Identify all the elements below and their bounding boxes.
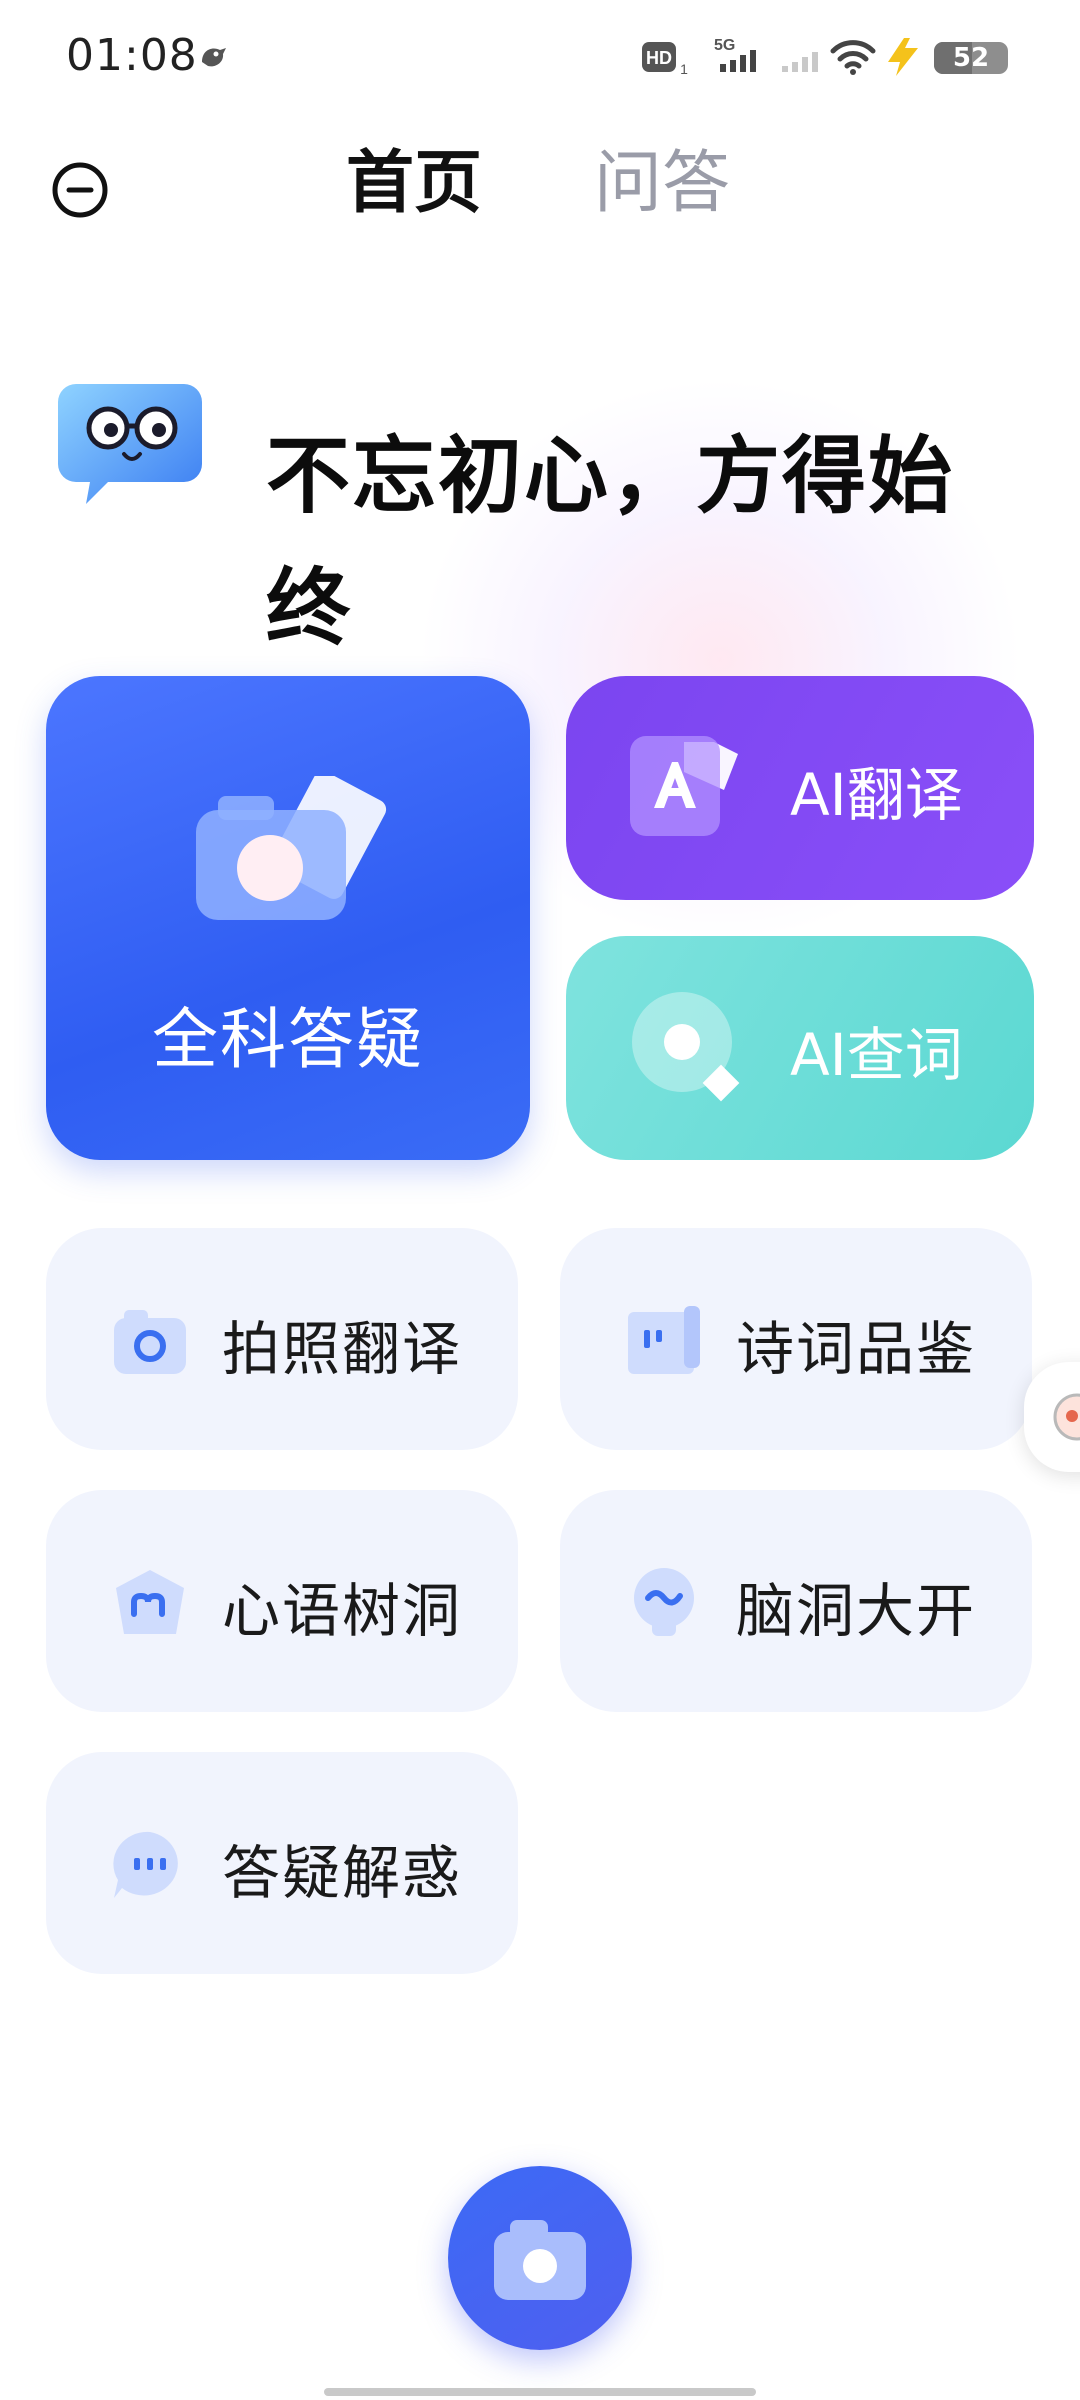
battery-level: 52 <box>952 43 990 73</box>
tab-home[interactable]: 首页 <box>346 142 482 226</box>
ai-lookup-card[interactable]: AI查词 <box>566 936 1034 1160</box>
ai-translate-card[interactable]: AI翻译 <box>566 676 1034 900</box>
tile-heart-tree-hole[interactable]: 心语树洞 <box>46 1490 518 1712</box>
heart-chat-icon <box>116 1570 184 1634</box>
status-bar: 01:08 HD 1 5G 52 <box>0 0 1080 112</box>
camera-icon <box>494 2220 586 2300</box>
sim-label: 1 <box>680 61 688 76</box>
tile-brainstorm[interactable]: 脑洞大开 <box>560 1490 1032 1712</box>
hd-icon: HD 1 <box>642 42 688 76</box>
slogan-text: 不忘初心，方得始终 <box>266 427 955 657</box>
mascot-chat-bubble-icon <box>58 384 202 504</box>
tile-label: 脑洞大开 <box>736 1577 977 1645</box>
camera-icon <box>196 776 387 920</box>
battery-indicator: 52 <box>934 42 1008 74</box>
camera-fab-button[interactable] <box>448 2166 632 2350</box>
charging-icon <box>888 38 918 76</box>
exit-button[interactable] <box>50 160 110 220</box>
tile-poetry-appreciation[interactable]: 诗词品鉴 <box>560 1228 1032 1450</box>
tile-label: 心语树洞 <box>222 1577 463 1645</box>
hd-label: HD <box>646 48 672 68</box>
floating-assistant-button[interactable] <box>1024 1362 1080 1472</box>
home-indicator[interactable] <box>324 2388 756 2396</box>
status-time: 01:08 <box>66 30 198 81</box>
cellular-secondary-icon <box>782 52 818 72</box>
chat-bubble-icon <box>113 1831 178 1898</box>
book-icon <box>628 1306 700 1374</box>
magnifier-icon <box>632 992 740 1102</box>
notification-bird-icon <box>202 48 226 67</box>
tile-label: 拍照翻译 <box>222 1315 463 1383</box>
all-subject-qa-card[interactable]: 全科答疑 <box>46 676 530 1160</box>
network-label: 5G <box>714 37 735 54</box>
ai-lookup-label: AI查词 <box>790 1021 963 1089</box>
tile-label: 诗词品鉴 <box>736 1315 977 1383</box>
camera-icon <box>114 1310 186 1374</box>
tile-photo-translate[interactable]: 拍照翻译 <box>46 1228 518 1450</box>
ai-translate-label: AI翻译 <box>790 761 963 829</box>
cellular-5g-icon: 5G <box>714 37 756 72</box>
assistant-avatar-icon <box>1053 1393 1080 1441</box>
translate-icon <box>630 736 738 836</box>
all-subject-qa-label: 全科答疑 <box>152 1001 424 1078</box>
tile-label: 答疑解惑 <box>222 1839 463 1907</box>
wifi-icon <box>830 40 876 75</box>
lightbulb-icon <box>634 1568 694 1636</box>
tab-qa[interactable]: 问答 <box>594 142 730 226</box>
tile-qa-help[interactable]: 答疑解惑 <box>46 1752 518 1974</box>
